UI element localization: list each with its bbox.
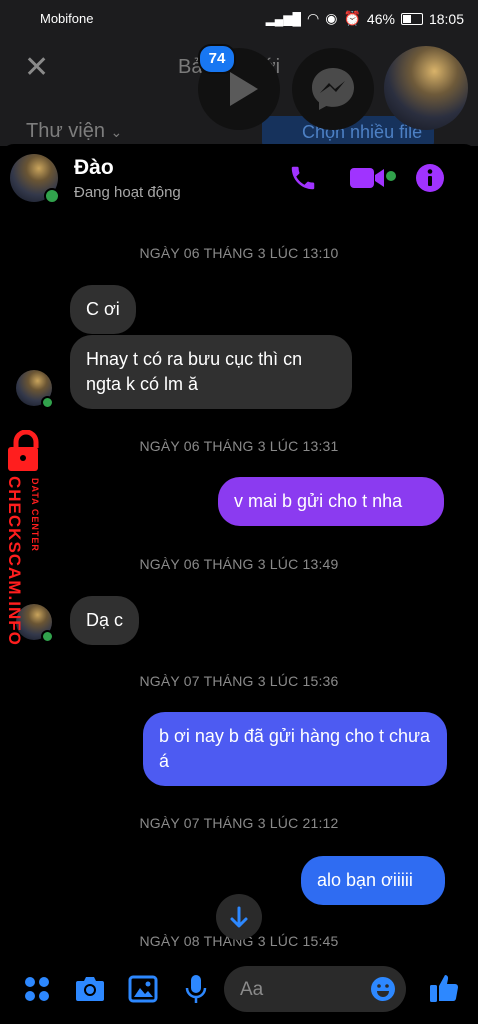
image-icon[interactable] bbox=[128, 975, 158, 1003]
chat-head-avatar[interactable] bbox=[384, 46, 468, 130]
emoji-icon[interactable] bbox=[370, 976, 396, 1002]
alarm-icon: ⏰ bbox=[343, 10, 361, 26]
apps-icon[interactable] bbox=[24, 976, 50, 1002]
messenger-button[interactable] bbox=[292, 48, 374, 130]
chevron-down-icon: ⌄ bbox=[110, 124, 123, 140]
status-bar: Mobifone ▂▄▆█ ◠ ◉ ⏰ 46% 18:05 bbox=[0, 0, 478, 36]
video-icon[interactable] bbox=[348, 165, 388, 191]
contact-name[interactable]: Đào bbox=[74, 156, 114, 180]
library-dropdown[interactable]: Thư viện ⌄ bbox=[26, 120, 122, 143]
incoming-message[interactable]: Hnay t có ra bưu cục thì cn ngta k có lm… bbox=[70, 335, 352, 409]
watermark-site: CHECKSCAM.INFO bbox=[5, 476, 24, 646]
timestamp: NGÀY 07 THÁNG 3 LÚC 15:36 bbox=[139, 673, 339, 689]
timestamp: NGÀY 07 THÁNG 3 LÚC 21:12 bbox=[139, 815, 339, 831]
carrier-name: Mobifone bbox=[40, 11, 94, 26]
contact-status: Đang hoạt động bbox=[74, 184, 181, 201]
message-input[interactable]: Aa bbox=[224, 966, 406, 1012]
info-icon[interactable] bbox=[415, 163, 445, 193]
battery-percent: 46% bbox=[366, 10, 395, 27]
messenger-icon bbox=[312, 68, 354, 110]
outgoing-message[interactable]: b ơi nay b đã gửi hàng cho t chưa á bbox=[143, 712, 447, 786]
phone-icon[interactable] bbox=[288, 163, 318, 193]
watermark: CHECKSCAM.INFO DATA CENTER bbox=[2, 430, 54, 670]
notification-badge: 74 bbox=[198, 44, 236, 74]
clock-time: 18:05 bbox=[428, 10, 464, 27]
battery-icon bbox=[400, 12, 423, 25]
watermark-label: DATA CENTER bbox=[30, 478, 40, 552]
camera-icon[interactable] bbox=[74, 975, 106, 1003]
message-input-placeholder: Aa bbox=[240, 979, 264, 1000]
lock-icon bbox=[8, 430, 39, 471]
wifi-icon: ◠ bbox=[307, 10, 320, 26]
eye-icon: ◉ bbox=[325, 10, 338, 26]
scroll-down-button[interactable] bbox=[216, 894, 262, 940]
microphone-icon[interactable] bbox=[184, 973, 208, 1005]
timestamp: NGÀY 06 THÁNG 3 LÚC 13:10 bbox=[139, 245, 339, 261]
close-icon[interactable]: ✕ bbox=[24, 50, 49, 85]
incoming-message[interactable]: C ơi bbox=[70, 285, 136, 334]
online-indicator bbox=[44, 188, 60, 204]
signal-icon: ▂▄▆█ bbox=[265, 11, 302, 26]
status-icons: ▂▄▆█ ◠ ◉ ⏰ 46% 18:05 bbox=[266, 10, 464, 27]
online-indicator bbox=[41, 396, 54, 409]
timestamp: NGÀY 06 THÁNG 3 LÚC 13:49 bbox=[139, 556, 339, 572]
video-active-indicator bbox=[386, 171, 396, 181]
timestamp: NGÀY 06 THÁNG 3 LÚC 13:31 bbox=[139, 438, 339, 454]
incoming-message[interactable]: Dạ c bbox=[70, 596, 140, 645]
like-icon[interactable] bbox=[428, 972, 460, 1004]
outgoing-message[interactable]: v mai b gửi cho t nha bbox=[218, 477, 444, 526]
outgoing-message[interactable]: alo bạn ơiiiii bbox=[301, 856, 445, 905]
arrow-down-icon bbox=[230, 906, 248, 928]
